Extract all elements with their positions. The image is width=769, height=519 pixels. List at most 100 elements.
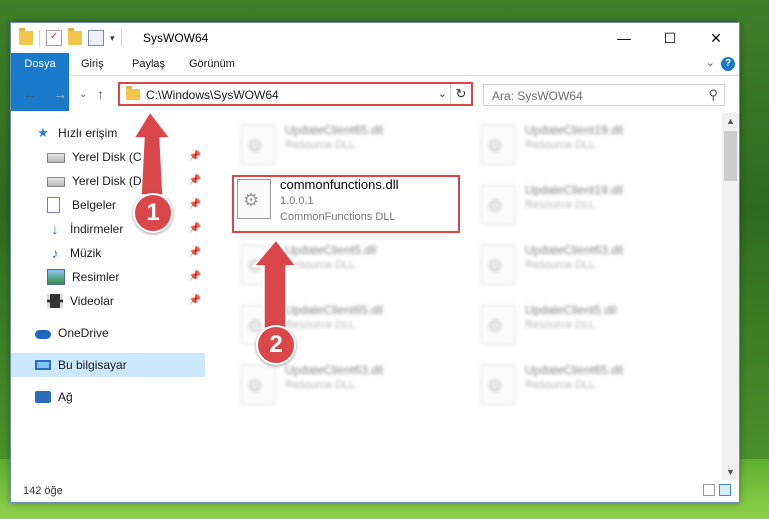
sidebar-item-label: İndirmeler [70, 222, 124, 236]
search-input[interactable]: Ara: SysWOW64 ⚲ [483, 84, 725, 106]
file-item[interactable]: ⚙ UpdateClient19.dll Resource DLL [467, 179, 687, 237]
sidebar-item-quick-access[interactable]: ★ Hızlı erişim [11, 121, 205, 145]
vertical-scrollbar[interactable]: ▲ ▼ [722, 113, 739, 480]
pin-icon[interactable]: 📌 [189, 199, 201, 210]
tab-view[interactable]: Görünüm [179, 53, 245, 75]
file-description: Resource DLL [525, 259, 596, 271]
recent-locations-chevron-icon[interactable]: ⌄ [79, 89, 87, 100]
dll-file-icon: ⚙ [241, 245, 275, 285]
sidebar-item-local-disk-c[interactable]: Yerel Disk (C:) 📌 [11, 145, 205, 169]
sidebar-item-label: Ağ [58, 390, 73, 404]
help-icon[interactable]: ? [721, 57, 735, 71]
address-path[interactable]: C:\Windows\SysWOW64 [146, 88, 279, 102]
toolbar-separator [120, 30, 122, 46]
customize-toolbar-chevron-icon[interactable]: ▾ [110, 33, 115, 44]
main-content: ★ Hızlı erişim Yerel Disk (C:) 📌 Yerel D… [11, 113, 739, 480]
pin-icon[interactable]: 📌 [189, 151, 201, 162]
sidebar-item-music[interactable]: ♪ Müzik 📌 [11, 241, 205, 265]
sidebar-item-label: Hızlı erişim [58, 126, 118, 140]
search-icon: ⚲ [708, 87, 718, 102]
sidebar-item-network[interactable]: Ağ [11, 385, 205, 409]
music-icon: ♪ [51, 245, 59, 261]
file-item[interactable]: ⚙ UpdateClient19.dll Resource DLL [467, 119, 687, 177]
step-1-badge: 1 [133, 193, 173, 233]
sidebar-item-this-pc[interactable]: Bu bilgisayar [11, 353, 205, 377]
properties-icon[interactable] [88, 30, 104, 46]
file-name: UpdateClient19.dll [525, 183, 624, 197]
dll-file-icon: ⚙ [481, 305, 515, 345]
address-row: ← → ⌄ ↑ C:\Windows\SysWOW64 ⌄ ↻ Ara: Sys… [11, 76, 739, 114]
onedrive-cloud-icon [35, 330, 51, 339]
title-bar: ✓ ▾ SysWOW64 — ☐ ✕ [11, 23, 739, 53]
forward-arrow-icon[interactable]: → [53, 86, 67, 102]
file-description: Resource DLL [285, 319, 356, 331]
new-folder-icon[interactable] [68, 28, 82, 45]
sidebar-item-videos[interactable]: Videolar 📌 [11, 289, 205, 313]
dll-file-icon: ⚙ [481, 245, 515, 285]
properties-check-icon[interactable]: ✓ [46, 30, 62, 46]
file-item[interactable]: ⚙ UpdateClient5.dll Resource DLL [227, 239, 447, 297]
file-description: Resource DLL [525, 199, 596, 211]
file-description: Resource DLL [525, 139, 596, 151]
back-arrow-icon[interactable]: ← [23, 86, 37, 102]
sidebar-item-label: Bu bilgisayar [58, 358, 127, 372]
file-description: Resource DLL [285, 379, 356, 391]
address-bar[interactable]: C:\Windows\SysWOW64 ⌄ ↻ [118, 82, 473, 106]
file-list: ⚙ UpdateClient65.dll Resource DLL ⚙ comm… [217, 113, 721, 480]
sidebar-item-local-disk-d[interactable]: Yerel Disk (D:) 📌 [11, 169, 205, 193]
sidebar-item-downloads[interactable]: ↓ İndirmeler 📌 [11, 217, 205, 241]
tab-share[interactable]: Paylaş [122, 53, 175, 75]
folder-icon[interactable] [19, 28, 33, 45]
pin-icon[interactable]: 📌 [189, 223, 201, 234]
tab-home[interactable]: Giriş [71, 53, 114, 75]
large-icons-view-icon[interactable] [719, 484, 731, 496]
sidebar-item-label: OneDrive [58, 326, 109, 340]
sidebar-item-onedrive[interactable]: OneDrive [11, 321, 205, 345]
file-name: UpdateClient65.dll [285, 123, 384, 137]
pin-icon[interactable]: 📌 [189, 175, 201, 186]
file-description: Resource DLL [285, 259, 356, 271]
file-description: Resource DLL [525, 379, 596, 391]
pin-icon[interactable]: 📌 [189, 271, 201, 282]
sidebar-item-label: Resimler [72, 270, 120, 284]
toolbar-separator [39, 30, 40, 46]
item-count: 142 öğe [23, 485, 63, 497]
details-view-icon[interactable] [703, 484, 715, 496]
maximize-button[interactable]: ☐ [647, 23, 693, 53]
ribbon-tabs: Dosya Giriş Paylaş Görünüm ⌄ ? [11, 53, 739, 111]
file-name: UpdateClient63.dll [285, 363, 384, 377]
up-arrow-icon[interactable]: ↑ [97, 86, 104, 102]
dll-file-icon: ⚙ [481, 365, 515, 405]
documents-icon [47, 197, 60, 213]
file-item[interactable]: ⚙ UpdateClient65.dll Resource DLL [227, 119, 447, 177]
expand-ribbon-chevron-icon[interactable]: ⌄ [706, 56, 715, 69]
file-item[interactable]: ⚙ UpdateClient5.dll Resource DLL [467, 299, 687, 357]
address-history-chevron-icon[interactable]: ⌄ [438, 87, 447, 100]
sidebar-item-pictures[interactable]: Resimler 📌 [11, 265, 205, 289]
step-2-badge: 2 [256, 325, 296, 365]
sidebar-item-label: Yerel Disk (D:) [72, 174, 149, 188]
pin-icon[interactable]: 📌 [189, 295, 201, 306]
file-item[interactable]: ⚙ UpdateClient65.dll Resource DLL [467, 359, 687, 417]
pin-icon[interactable]: 📌 [189, 247, 201, 258]
videos-icon [47, 294, 63, 308]
downloads-icon: ↓ [51, 221, 59, 237]
file-description: Resource DLL [525, 319, 596, 331]
close-button[interactable]: ✕ [693, 23, 739, 53]
scroll-down-arrow-icon[interactable]: ▼ [722, 464, 739, 480]
minimize-button[interactable]: — [601, 23, 647, 53]
status-bar: 142 öğe [11, 480, 739, 502]
scrollbar-thumb[interactable] [724, 131, 737, 181]
file-item[interactable]: ⚙ UpdateClient63.dll Resource DLL [227, 359, 447, 417]
file-version: 1.0.0.1 [280, 195, 314, 207]
sidebar-item-documents[interactable]: Belgeler 📌 [11, 193, 205, 217]
network-icon [35, 391, 51, 403]
folder-icon [126, 86, 140, 100]
file-item-commonfunctions-dll[interactable]: ⚙ commonfunctions.dll 1.0.0.1 CommonFunc… [232, 175, 460, 233]
scroll-up-arrow-icon[interactable]: ▲ [722, 113, 739, 129]
refresh-button[interactable]: ↻ [450, 84, 471, 104]
file-name: UpdateClient65.dll [525, 363, 624, 377]
file-name: UpdateClient5.dll [285, 243, 377, 257]
dll-file-icon: ⚙ [481, 125, 515, 165]
file-item[interactable]: ⚙ UpdateClient63.dll Resource DLL [467, 239, 687, 297]
